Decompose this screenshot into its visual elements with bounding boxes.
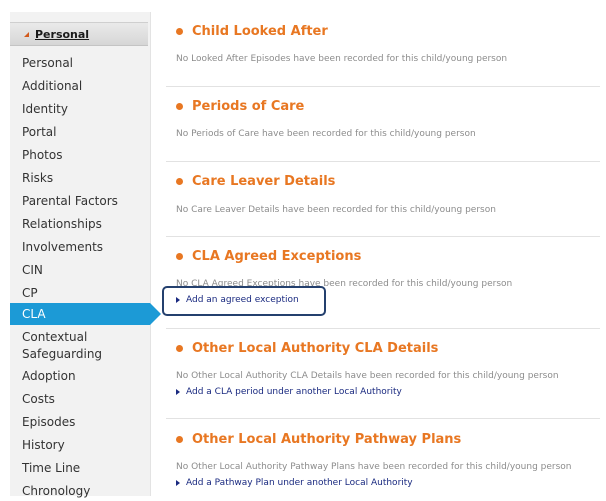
sidebar-item-personal[interactable]: Personal [10, 55, 150, 73]
sidebar-item-label: Risks [22, 171, 54, 185]
sidebar-item-contextual-safeguarding[interactable]: Contextual Safeguarding [10, 329, 150, 363]
sidebar-item-involvements[interactable]: Involvements [10, 239, 150, 257]
section-title-other-la-pathway-plans: Other Local Authority Pathway Plans [176, 432, 461, 447]
sidebar-item-label: Involvements [22, 240, 104, 254]
link-arrow-icon [176, 389, 180, 395]
sidebar-item-label: Personal [22, 56, 74, 70]
section-title-text: Child Looked After [192, 24, 328, 39]
bullet-icon [176, 103, 183, 110]
sidebar-item-label: Identity [22, 102, 68, 116]
section-title-text: CLA Agreed Exceptions [192, 249, 362, 264]
section-message: No Care Leaver Details have been recorde… [176, 205, 496, 215]
sidebar: Personal Personal Additional Identity Po… [10, 12, 161, 498]
sidebar-item-label: History [22, 438, 65, 452]
sidebar-item-label: Costs [22, 392, 55, 406]
sidebar-item-label: Portal [22, 125, 57, 139]
sidebar-item-label: Photos [22, 148, 63, 162]
divider [166, 418, 600, 419]
sidebar-header-label[interactable]: Personal [35, 28, 89, 41]
sidebar-header[interactable]: Personal [10, 22, 148, 46]
bullet-icon [176, 436, 183, 443]
section-title-care-leaver-details: Care Leaver Details [176, 174, 335, 189]
sidebar-item-parental-factors[interactable]: Parental Factors [10, 193, 150, 211]
divider [166, 236, 600, 237]
sidebar-item-episodes[interactable]: Episodes [10, 414, 150, 432]
bullet-icon [176, 253, 183, 260]
sidebar-item-label: CIN [22, 263, 43, 277]
section-message: No Periods of Care have been recorded fo… [176, 129, 476, 139]
sidebar-item-label: Chronology [22, 484, 91, 498]
section-message: No Other Local Authority CLA Details hav… [176, 371, 559, 381]
sidebar-item-cla[interactable]: CLA [10, 303, 161, 325]
sidebar-item-label: Parental Factors [22, 194, 118, 208]
active-arrow-icon [150, 303, 161, 325]
sidebar-item-time-line[interactable]: Time Line [10, 460, 150, 478]
collapse-triangle-icon[interactable] [24, 31, 29, 37]
link-label[interactable]: Add a CLA period under another Local Aut… [186, 387, 402, 397]
sidebar-item-history[interactable]: History [10, 437, 150, 455]
section-title-text: Periods of Care [192, 99, 305, 114]
section-title-other-la-cla-details: Other Local Authority CLA Details [176, 341, 438, 356]
divider [166, 328, 600, 329]
sidebar-item-label: Safeguarding [22, 347, 103, 361]
sidebar-item-cin[interactable]: CIN [10, 262, 150, 280]
sidebar-item-risks[interactable]: Risks [10, 170, 150, 188]
bullet-icon [176, 178, 183, 185]
sidebar-item-label: Additional [22, 79, 83, 93]
link-arrow-icon [176, 480, 180, 486]
bullet-icon [176, 345, 183, 352]
highlight-box [162, 286, 326, 316]
sidebar-item-label: Relationships [22, 217, 102, 231]
sidebar-item-cp[interactable]: CP [10, 285, 150, 303]
sidebar-item-label: Time Line [22, 461, 81, 475]
bullet-icon [176, 28, 183, 35]
divider [166, 161, 600, 162]
add-pathway-plan-link[interactable]: Add a Pathway Plan under another Local A… [176, 478, 413, 488]
sidebar-item-photos[interactable]: Photos [10, 147, 150, 165]
section-title-child-looked-after: Child Looked After [176, 24, 328, 39]
link-label[interactable]: Add a Pathway Plan under another Local A… [186, 478, 413, 488]
section-title-periods-of-care: Periods of Care [176, 99, 304, 114]
section-title-text: Other Local Authority Pathway Plans [192, 432, 462, 447]
section-message: No Looked After Episodes have been recor… [176, 54, 508, 64]
sidebar-item-portal[interactable]: Portal [10, 124, 150, 142]
divider [166, 86, 600, 87]
sidebar-item-relationships[interactable]: Relationships [10, 216, 150, 234]
sidebar-item-label: Contextual [22, 330, 88, 344]
sidebar-item-additional[interactable]: Additional [10, 78, 150, 96]
section-title-text: Care Leaver Details [192, 174, 336, 189]
section-title-cla-agreed-exceptions: CLA Agreed Exceptions [176, 249, 361, 264]
sidebar-item-identity[interactable]: Identity [10, 101, 150, 119]
sidebar-item-costs[interactable]: Costs [10, 391, 150, 409]
add-cla-period-link[interactable]: Add a CLA period under another Local Aut… [176, 387, 402, 397]
sidebar-item-label: CLA [22, 307, 46, 321]
section-title-text: Other Local Authority CLA Details [192, 341, 439, 356]
sidebar-item-adoption[interactable]: Adoption [10, 368, 150, 386]
section-message: No Other Local Authority Pathway Plans h… [176, 462, 572, 472]
sidebar-item-label: Episodes [22, 415, 76, 429]
sidebar-item-chronology[interactable]: Chronology [10, 483, 150, 501]
sidebar-item-label: Adoption [22, 369, 76, 383]
sidebar-item-label: CP [22, 286, 38, 300]
